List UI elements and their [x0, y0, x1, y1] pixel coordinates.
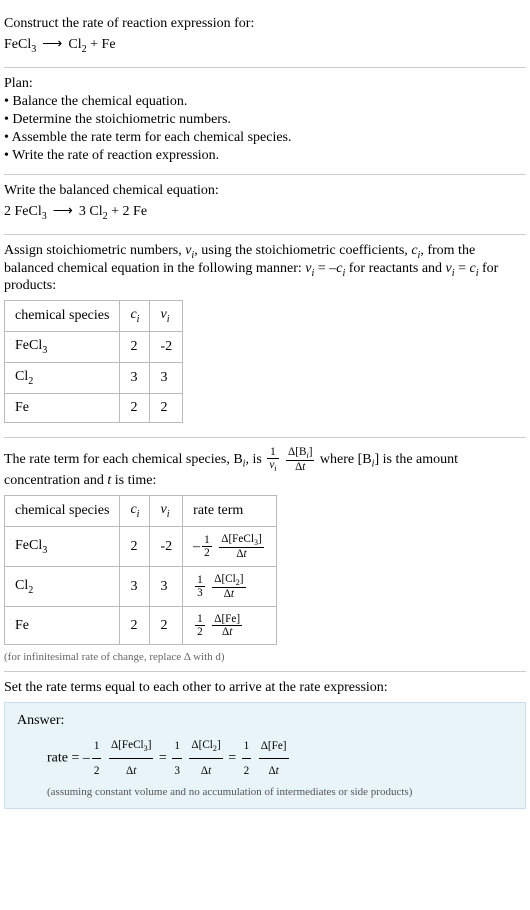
col-head-species: chemical species [5, 496, 120, 527]
problem-section: Construct the rate of reaction expressio… [4, 8, 526, 68]
plan-item: • Determine the stoichiometric numbers. [4, 112, 526, 128]
final-section: Set the rate terms equal to each other t… [4, 672, 526, 819]
col-head-ci: ci [120, 301, 150, 332]
stoich-table: chemical species ci νi FeCl3 2 -2 Cl2 3 … [4, 300, 183, 422]
plan-section: Plan: • Balance the chemical equation. •… [4, 68, 526, 175]
rateterm-text: The rate term for each chemical species,… [4, 446, 526, 489]
col-head-species: chemical species [5, 301, 120, 332]
rateterm-table: chemical species ci νi rate term FeCl3 2… [4, 495, 277, 645]
rate-expression: rate = –12 Δ[FeCl3]Δt = 13 Δ[Cl2]Δt = 12… [17, 733, 513, 784]
col-head-rateterm: rate term [183, 496, 277, 527]
stoich-text: Assign stoichiometric numbers, νi, using… [4, 243, 526, 295]
unbalanced-equation: FeCl3⟶Cl2 + Fe [4, 32, 526, 59]
table-row: Cl2 3 3 13 Δ[Cl2]Δt [5, 567, 277, 607]
infinitesimal-note: (for infinitesimal rate of change, repla… [4, 651, 526, 663]
plan-label: Plan: [4, 76, 526, 92]
balanced-label: Write the balanced chemical equation: [4, 183, 526, 199]
balanced-section: Write the balanced chemical equation: 2 … [4, 175, 526, 235]
problem-prompt: Construct the rate of reaction expressio… [4, 16, 526, 32]
answer-box: Answer: rate = –12 Δ[FeCl3]Δt = 13 Δ[Cl2… [4, 702, 526, 809]
table-row: Cl2 3 3 [5, 363, 183, 394]
table-row: FeCl3 2 -2 –12 Δ[FeCl3]Δt [5, 526, 277, 566]
answer-note: (assuming constant volume and no accumul… [17, 786, 513, 798]
col-head-nui: νi [150, 301, 183, 332]
table-row: FeCl3 2 -2 [5, 332, 183, 363]
plan-item: • Write the rate of reaction expression. [4, 148, 526, 164]
stoich-section: Assign stoichiometric numbers, νi, using… [4, 235, 526, 438]
balanced-equation: 2 FeCl3⟶3 Cl2 + 2 Fe [4, 199, 526, 226]
answer-label: Answer: [17, 713, 513, 729]
plan-item: • Assemble the rate term for each chemic… [4, 130, 526, 146]
col-head-nui: νi [150, 496, 183, 527]
table-row: chemical species ci νi [5, 301, 183, 332]
col-head-ci: ci [120, 496, 150, 527]
table-row: chemical species ci νi rate term [5, 496, 277, 527]
rateterm-section: The rate term for each chemical species,… [4, 438, 526, 673]
set-equal-text: Set the rate terms equal to each other t… [4, 680, 526, 696]
table-row: Fe 2 2 [5, 393, 183, 422]
table-row: Fe 2 2 12 Δ[Fe]Δt [5, 607, 277, 645]
plan-item: • Balance the chemical equation. [4, 94, 526, 110]
